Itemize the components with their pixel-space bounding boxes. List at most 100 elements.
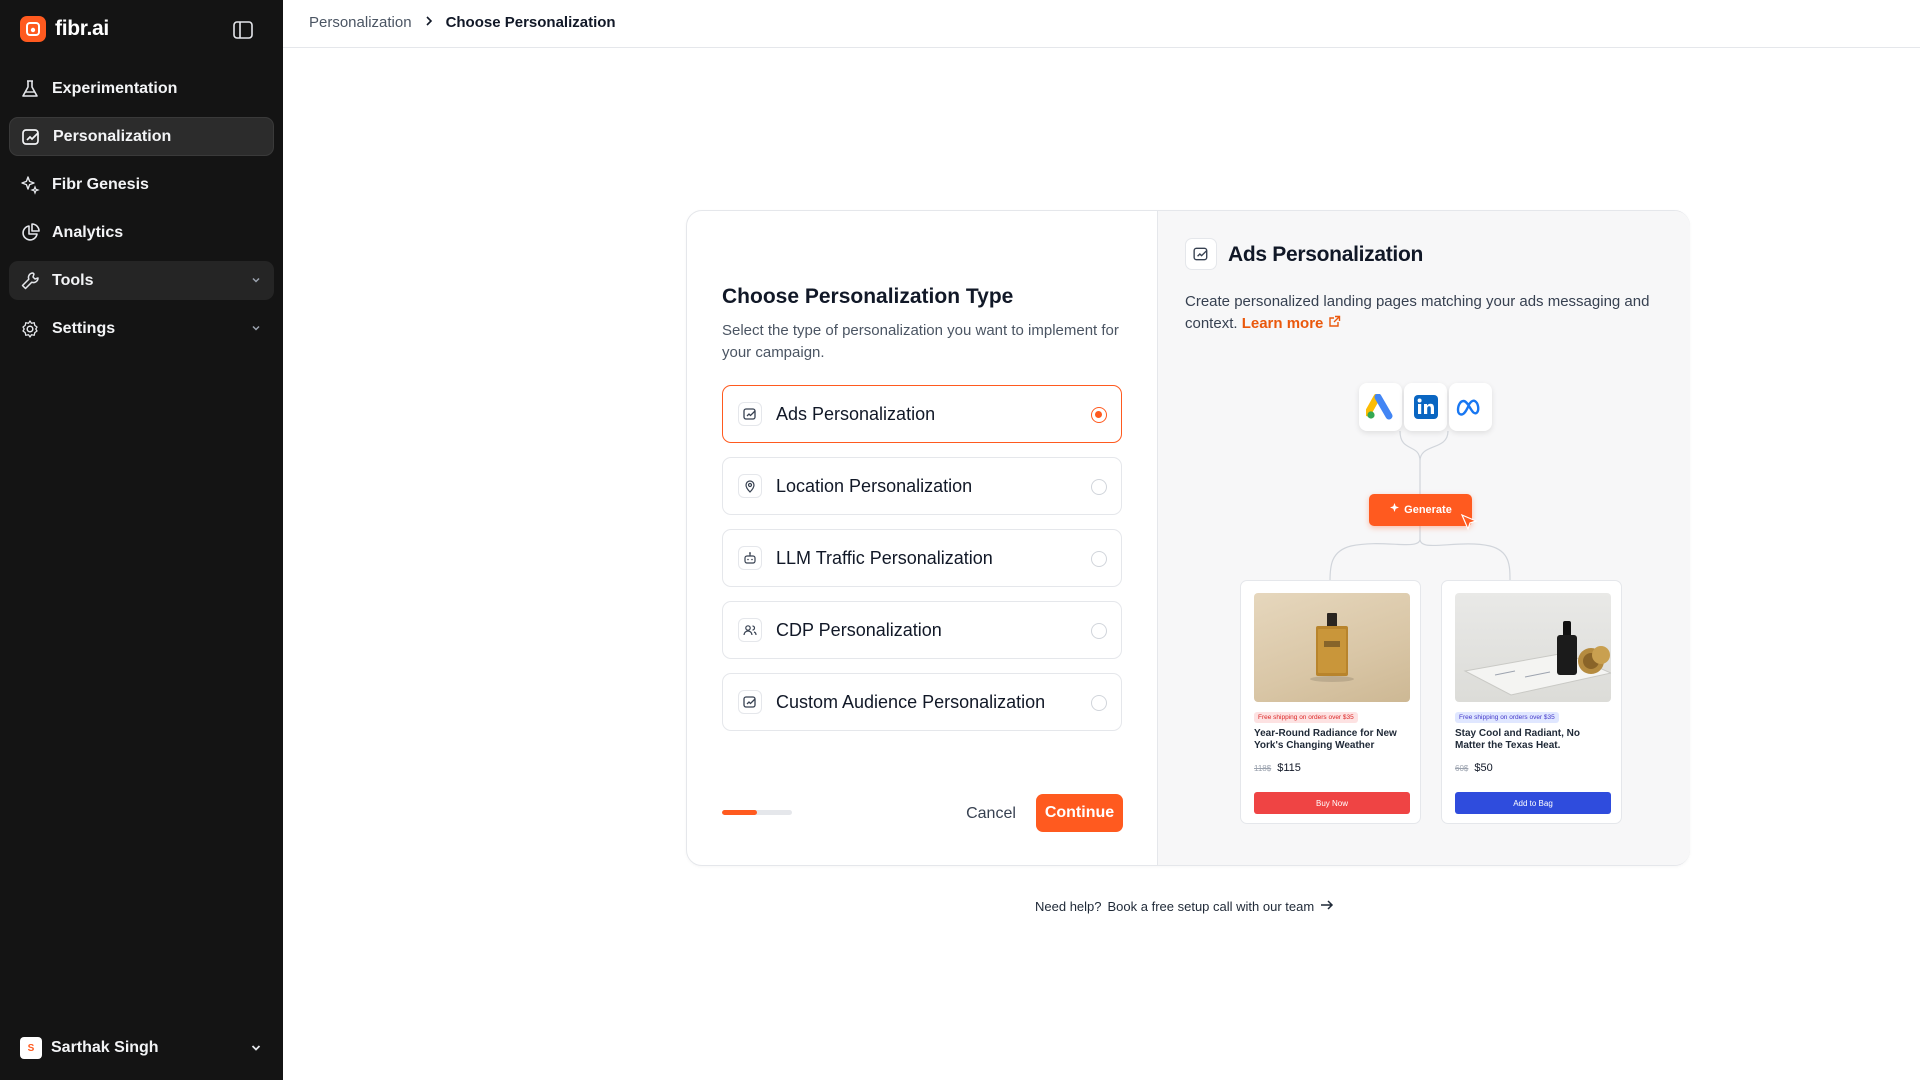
learn-more-label: Learn more	[1241, 315, 1324, 332]
sparkles-icon	[20, 175, 40, 195]
user-name: Sarthak Singh	[51, 1039, 159, 1056]
ads-illustration: Generate Free shipping on orders over $3…	[1228, 381, 1628, 841]
ad-variant-title: Year-Round Radiance for New York's Chang…	[1254, 728, 1397, 751]
option-label: Custom Audience Personalization	[776, 691, 1046, 712]
generate-button: Generate	[1369, 494, 1472, 526]
old-price: 60$	[1455, 763, 1469, 773]
sidebar-item-fibr-genesis[interactable]: Fibr Genesis	[9, 165, 274, 204]
arrow-right-icon	[1320, 899, 1334, 914]
fibr-logo-icon	[20, 16, 46, 42]
option-location-personalization[interactable]: Location Personalization	[722, 457, 1122, 515]
product-image	[1455, 593, 1613, 702]
sidebar-item-label: Personalization	[53, 127, 172, 145]
breadcrumb: Personalization Choose Personalization	[309, 14, 616, 31]
price-row: 60$ $50	[1455, 762, 1493, 774]
sidebar-nav: Experimentation Personalization Fibr Gen…	[9, 69, 274, 357]
user-menu[interactable]: S Sarthak Singh	[20, 1035, 263, 1061]
ad-variant-card: Free shipping on orders over $35 Year-Ro…	[1240, 580, 1421, 824]
price-row: 118$ $115	[1254, 762, 1301, 774]
preview-description: Create personalized landing pages matchi…	[1185, 291, 1655, 335]
ad-variant-title: Stay Cool and Radiant, No Matter the Tex…	[1455, 728, 1581, 751]
chevron-down-icon	[249, 1041, 263, 1060]
external-link-icon	[1328, 315, 1341, 332]
sidebar-item-personalization[interactable]: Personalization	[9, 117, 274, 156]
location-pin-icon	[738, 474, 762, 498]
meta-icon	[1449, 383, 1492, 431]
page-subtitle: Select the type of personalization you w…	[722, 322, 1119, 361]
personalization-chooser-card: Choose Personalization Type Select the t…	[686, 210, 1690, 866]
brand-name: fibr.ai	[55, 17, 109, 40]
chevron-down-icon	[250, 273, 262, 291]
robot-icon	[738, 546, 762, 570]
pie-chart-icon	[20, 222, 40, 243]
sidebar-item-settings[interactable]: Settings	[9, 309, 274, 348]
sidebar-item-analytics[interactable]: Analytics	[9, 213, 274, 252]
ads-icon	[1185, 238, 1217, 270]
wrench-icon	[20, 271, 40, 291]
buy-now-button: Buy Now	[1254, 792, 1410, 814]
radio-unselected[interactable]	[1091, 479, 1107, 495]
ads-icon	[738, 402, 762, 426]
ad-variant-card: Free shipping on orders over $35 Stay Co…	[1441, 580, 1622, 824]
step-progress-bar	[722, 810, 792, 815]
breadcrumb-current: Choose Personalization	[445, 14, 616, 31]
radio-unselected[interactable]	[1091, 623, 1107, 639]
shipping-badge: Free shipping on orders over $35	[1254, 712, 1358, 723]
ad-platform-icons	[1359, 383, 1494, 433]
option-label: CDP Personalization	[776, 619, 942, 640]
option-custom-audience-personalization[interactable]: Custom Audience Personalization	[722, 673, 1122, 731]
preview-title: Ads Personalization	[1228, 243, 1424, 266]
chevron-down-icon	[250, 321, 262, 339]
option-list: Ads Personalization Location Personaliza…	[722, 385, 1122, 745]
chevron-right-icon	[424, 14, 434, 31]
price: $115	[1277, 762, 1301, 774]
radio-unselected[interactable]	[1091, 551, 1107, 567]
avatar: S	[20, 1037, 42, 1059]
continue-button[interactable]: Continue	[1036, 794, 1123, 832]
chooser-pane: Choose Personalization Type Select the t…	[687, 211, 1157, 865]
users-icon	[738, 618, 762, 642]
option-label: Ads Personalization	[776, 403, 936, 424]
sidebar: fibr.ai Experimentation Personalization …	[0, 0, 283, 1080]
sparkle-icon	[1389, 503, 1400, 517]
sidebar-toggle-icon[interactable]	[231, 18, 255, 42]
topbar: Personalization Choose Personalization	[283, 0, 1920, 48]
generate-label: Generate	[1404, 504, 1452, 516]
sidebar-item-label: Settings	[52, 319, 116, 337]
sidebar-item-label: Fibr Genesis	[52, 175, 149, 193]
personalization-icon	[21, 127, 41, 147]
step-progress-fill	[722, 810, 757, 815]
radio-selected[interactable]	[1091, 407, 1107, 423]
google-ads-icon	[1359, 383, 1402, 431]
sidebar-item-label: Analytics	[52, 223, 124, 241]
custom-audience-icon	[738, 690, 762, 714]
page-title: Choose Personalization Type	[722, 285, 1014, 308]
sidebar-item-tools[interactable]: Tools	[9, 261, 274, 300]
shipping-badge: Free shipping on orders over $35	[1455, 712, 1559, 723]
linkedin-icon	[1404, 383, 1447, 431]
help-link-text: Book a free setup call with our team	[1107, 899, 1315, 914]
product-image	[1254, 593, 1410, 702]
preview-pane: Ads Personalization Create personalized …	[1157, 211, 1690, 865]
brand[interactable]: fibr.ai	[20, 16, 109, 42]
sidebar-item-experimentation[interactable]: Experimentation	[9, 69, 274, 108]
old-price: 118$	[1254, 763, 1272, 773]
sidebar-item-label: Experimentation	[52, 79, 178, 97]
radio-unselected[interactable]	[1091, 695, 1107, 711]
flask-icon	[20, 79, 40, 99]
option-cdp-personalization[interactable]: CDP Personalization	[722, 601, 1122, 659]
cursor-icon	[1460, 513, 1478, 531]
help-link[interactable]: Need help? Book a free setup call with o…	[1035, 899, 1334, 914]
breadcrumb-personalization[interactable]: Personalization	[309, 14, 412, 31]
price: $50	[1474, 762, 1493, 774]
cancel-button[interactable]: Cancel	[957, 798, 1025, 830]
option-llm-traffic-personalization[interactable]: LLM Traffic Personalization	[722, 529, 1122, 587]
help-prefix: Need help?	[1035, 899, 1102, 914]
add-to-bag-button: Add to Bag	[1455, 792, 1611, 814]
sidebar-item-label: Tools	[52, 271, 94, 289]
option-ads-personalization[interactable]: Ads Personalization	[722, 385, 1122, 443]
option-label: LLM Traffic Personalization	[776, 547, 993, 568]
gear-icon	[20, 319, 40, 339]
learn-more-link[interactable]: Learn more	[1242, 315, 1341, 332]
option-label: Location Personalization	[776, 475, 973, 496]
